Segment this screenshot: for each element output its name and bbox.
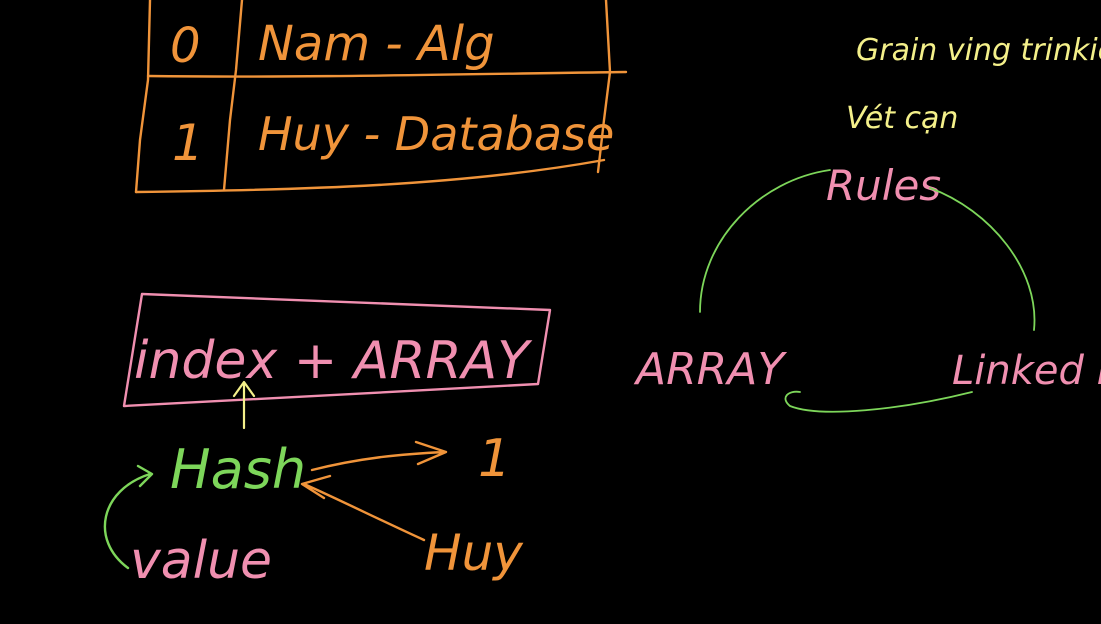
value-label: value [130, 531, 272, 591]
table-row-0-index: 0 [170, 18, 201, 74]
table-left-border [134, 0, 152, 194]
whiteboard-canvas: 0 Nam - Alg 1 Huy - Database index + ARR… [103, 0, 1101, 591]
table-column-divider [222, 0, 244, 192]
huy-to-hash-arrow [300, 474, 426, 542]
hash-label: Hash [170, 438, 306, 501]
hash-section: Hash value [103, 438, 306, 591]
index-array-box: index + ARRAY [122, 292, 552, 430]
hash-mapping: 1 Huy [300, 429, 524, 582]
right-notes: Grain ving trinkien Vét cạn Rules ARRAY … [633, 33, 1101, 413]
table-row-0-value: Nam - Alg [258, 16, 495, 72]
array-label: ARRAY [633, 344, 787, 395]
note-line-2: Vét cạn [846, 101, 958, 136]
hash-to-index-arrow [310, 440, 448, 472]
index-value-table: 0 Nam - Alg 1 Huy - Database [134, 0, 628, 194]
cycle-arrow-linked-list-to-array [784, 390, 973, 413]
cycle-arrow-rules-to-linked-list [929, 187, 1036, 331]
linked-list-label: Linked li [952, 348, 1101, 394]
table-row-divider [146, 70, 628, 78]
index-array-label: index + ARRAY [134, 331, 533, 391]
note-line-1: Grain ving trinkien [856, 33, 1101, 68]
table-row-1-value: Huy - Database [258, 107, 614, 161]
table-bottom-border [134, 158, 606, 194]
table-row-1-index: 1 [172, 114, 204, 172]
mapped-value: Huy [424, 524, 524, 582]
rules-label: Rules [826, 161, 941, 210]
mapped-index: 1 [478, 429, 511, 489]
cycle-arrow-array-to-rules [699, 169, 831, 313]
